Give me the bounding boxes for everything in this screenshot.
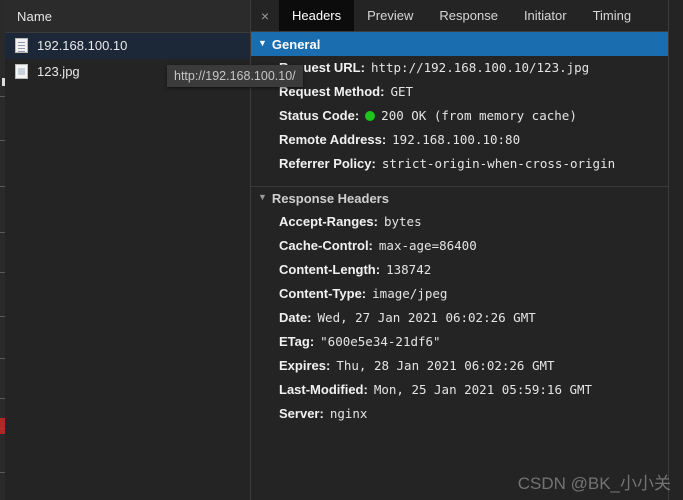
- request-list-item[interactable]: 192.168.100.10: [5, 33, 250, 59]
- request-name-label: 123.jpg: [37, 64, 80, 79]
- header-field-list: Request URL: http://192.168.100.10/123.jp…: [251, 56, 683, 180]
- header-field-row[interactable]: ETag: "600e5e34-21df6": [251, 334, 683, 358]
- section-title: Response Headers: [271, 191, 389, 206]
- tab-preview[interactable]: Preview: [354, 0, 426, 31]
- header-field-key: Server:: [279, 406, 324, 421]
- header-field-key: Referrer Policy:: [279, 156, 376, 171]
- status-ok-indicator-icon: [365, 111, 376, 121]
- request-detail-panel: × Headers Preview Response Initiator Timing …: [250, 0, 683, 500]
- header-field-value: GET: [390, 84, 414, 99]
- header-field-value: strict-origin-when-cross-origin: [381, 156, 616, 171]
- header-field-value: bytes: [383, 214, 422, 229]
- header-field-value: image/jpeg: [372, 286, 448, 301]
- header-field-row[interactable]: Remote Address: 192.168.100.10:80: [251, 132, 683, 156]
- header-field-row[interactable]: Server: nginx: [251, 406, 683, 430]
- devtools-network-window: Name 192.168.100.10 123.jpg http://192.16…: [0, 0, 683, 500]
- header-field-key: Content-Type:: [279, 286, 367, 301]
- document-icon: [15, 38, 28, 53]
- url-tooltip: http://192.168.100.10/: [167, 65, 303, 87]
- header-field-row[interactable]: Last-Modified: Mon, 25 Jan 2021 05:59:16 …: [251, 382, 683, 406]
- chevron-down-icon: ▼: [258, 37, 267, 48]
- headers-content: ▼ General Request URL: http://192.168.100.1…: [251, 32, 683, 500]
- tab-headers[interactable]: Headers: [279, 0, 355, 31]
- header-field-row[interactable]: Accept-Ranges: bytes: [251, 214, 683, 238]
- header-field-value: 192.168.100.10:80: [392, 132, 521, 147]
- header-field-key: ETag:: [279, 334, 315, 349]
- detail-tab-bar: × Headers Preview Response Initiator Timing: [251, 0, 683, 32]
- tab-timing[interactable]: Timing: [580, 0, 645, 31]
- header-field-value: Mon, 25 Jan 2021 05:59:16 GMT: [373, 382, 593, 397]
- tab-container: Headers Preview Response Initiator Timing: [279, 0, 644, 31]
- header-field-value: max-age=86400: [378, 238, 477, 253]
- header-field-row[interactable]: Referrer Policy: strict-origin-when-cross…: [251, 156, 683, 180]
- section-header-general[interactable]: ▼ General: [251, 32, 670, 56]
- header-field-value: http://192.168.100.10/123.jpg: [370, 60, 590, 75]
- header-field-key: Accept-Ranges:: [279, 214, 378, 229]
- header-field-row[interactable]: Content-Type: image/jpeg: [251, 286, 683, 310]
- header-field-row[interactable]: Expires: Thu, 28 Jan 2021 06:02:26 GMT: [251, 358, 683, 382]
- header-field-key: Cache-Control:: [279, 238, 373, 253]
- header-field-row[interactable]: Request Method: GET: [251, 84, 683, 108]
- header-field-row[interactable]: Cache-Control: max-age=86400: [251, 238, 683, 262]
- header-field-list: Accept-Ranges: bytes Cache-Control: max-age…: [251, 210, 683, 430]
- header-field-key: Content-Length:: [279, 262, 381, 277]
- header-field-value: nginx: [329, 406, 368, 421]
- section-header-response-headers[interactable]: ▼ Response Headers: [251, 186, 683, 210]
- header-field-row[interactable]: Date: Wed, 27 Jan 2021 06:02:26 GMT: [251, 310, 683, 334]
- close-icon[interactable]: ×: [251, 0, 279, 31]
- image-file-icon: [15, 64, 28, 79]
- header-field-value: 138742: [386, 262, 432, 277]
- header-field-row[interactable]: Request URL: http://192.168.100.10/123.jp…: [251, 60, 683, 84]
- header-field-key: Date:: [279, 310, 312, 325]
- section-title: General: [271, 36, 321, 52]
- tab-response[interactable]: Response: [426, 0, 511, 31]
- header-field-value: Thu, 28 Jan 2021 06:02:26 GMT: [336, 358, 555, 373]
- request-list-header: Name: [5, 0, 250, 33]
- chevron-down-icon: ▼: [258, 192, 267, 202]
- header-field-value: 200 OK (from memory cache): [381, 108, 577, 123]
- header-field-row[interactable]: Content-Length: 138742: [251, 262, 683, 286]
- header-field-key: Expires:: [279, 358, 331, 373]
- header-field-value: "600e5e34-21df6": [320, 334, 441, 349]
- header-field-value: Wed, 27 Jan 2021 06:02:26 GMT: [317, 310, 536, 325]
- header-field-key: Status Code:: [279, 108, 360, 123]
- detail-scroll-gutter[interactable]: [668, 0, 683, 500]
- request-name-label: 192.168.100.10: [37, 38, 128, 53]
- tab-initiator[interactable]: Initiator: [511, 0, 580, 31]
- column-header-name[interactable]: Name: [5, 9, 52, 24]
- header-field-key: Last-Modified:: [279, 382, 368, 397]
- header-field-key: Remote Address:: [279, 132, 387, 147]
- header-field-row[interactable]: Status Code: 200 OK (from memory cache): [251, 108, 683, 132]
